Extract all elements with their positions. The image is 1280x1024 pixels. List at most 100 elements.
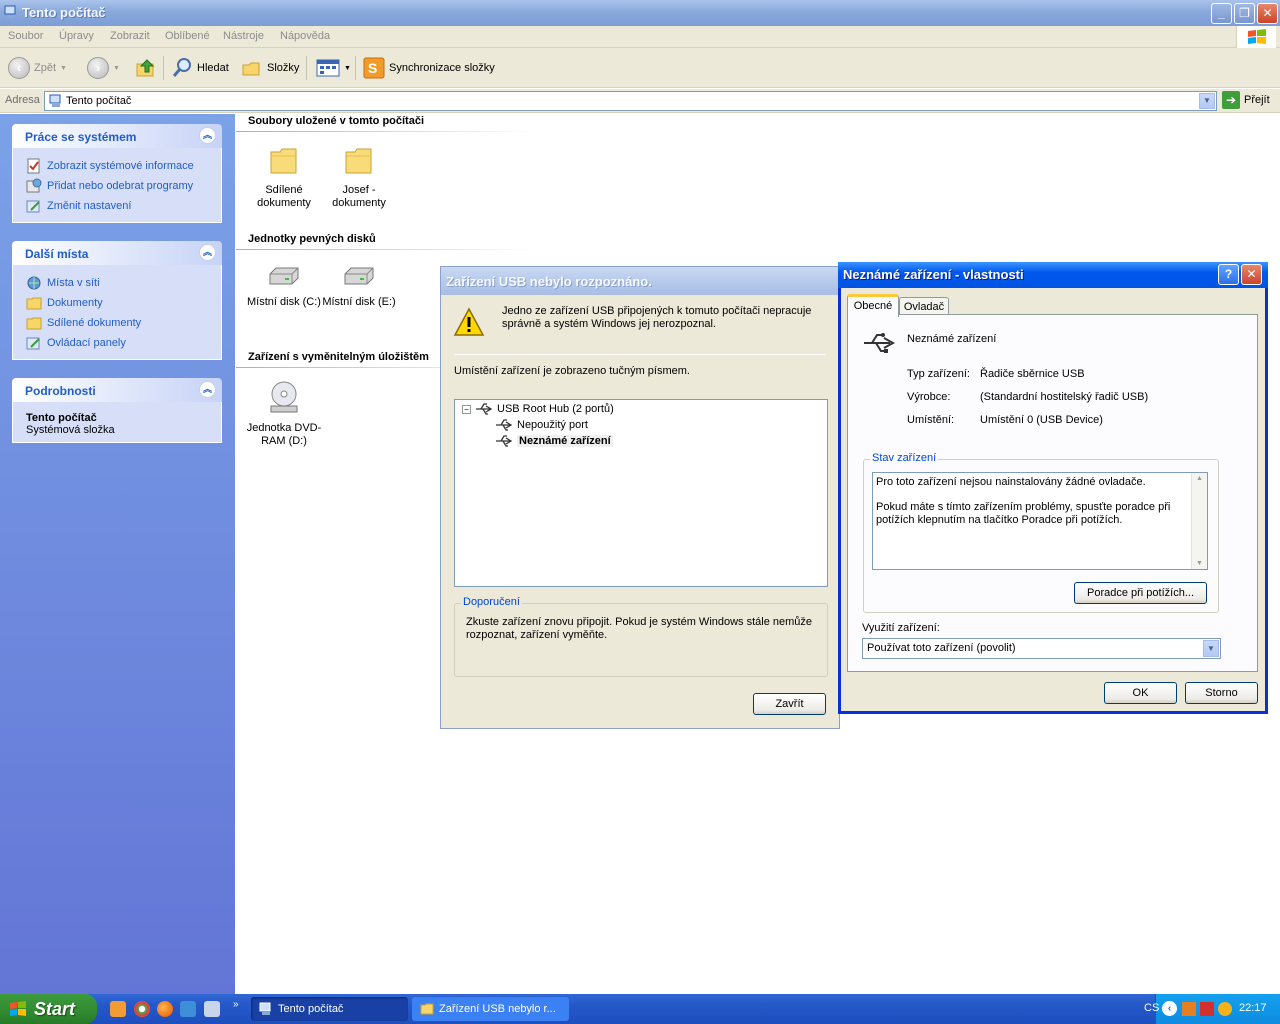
status-scrollbar[interactable]: ▲ ▼ <box>1191 473 1207 569</box>
menu-view[interactable]: Zobrazit <box>110 30 150 42</box>
tree-expander-icon[interactable]: − <box>462 404 471 414</box>
details-header[interactable]: Podrobnosti ︽ <box>12 378 222 402</box>
tree-node-root-hub[interactable]: − USB Root Hub (2 portů) <box>462 401 614 417</box>
quicklaunch-ie-icon[interactable] <box>180 1001 196 1017</box>
close-button[interactable]: ✕ <box>1257 3 1278 24</box>
item-label: Místní disk (E:) <box>322 296 396 308</box>
close-properties-button[interactable]: ✕ <box>1241 264 1262 285</box>
tray-app-icon[interactable] <box>1182 1002 1196 1016</box>
device-usage-select[interactable]: Používat toto zařízení (povolit) ▼ <box>862 638 1221 659</box>
quicklaunch-more-icon[interactable]: » <box>233 999 239 1010</box>
tray-update-icon[interactable] <box>1218 1002 1232 1016</box>
restore-button[interactable]: ❐ <box>1234 3 1255 24</box>
quicklaunch-app-icon[interactable] <box>110 1001 126 1017</box>
toolbar-separator <box>306 56 307 80</box>
add-remove-programs-link[interactable]: Přidat nebo odebrat programy <box>26 176 221 196</box>
task-usb-dialog[interactable]: Zařízení USB nebylo r... <box>412 997 569 1021</box>
dvd-drive-icon <box>270 381 298 413</box>
network-places-link[interactable]: Místa v síti <box>26 273 221 293</box>
tray-adobe-icon[interactable] <box>1200 1002 1214 1016</box>
language-indicator[interactable]: CS <box>1144 1002 1159 1014</box>
quicklaunch-firefox-icon[interactable] <box>157 1001 173 1017</box>
ok-button[interactable]: OK <box>1104 682 1177 704</box>
task-label: Tento počítač <box>278 1003 344 1015</box>
task-my-computer[interactable]: Tento počítač <box>251 997 408 1021</box>
minimize-button[interactable]: _ <box>1211 3 1232 24</box>
local-disk-e-item[interactable]: Místní disk (E:) <box>321 266 397 309</box>
tray-expand-icon[interactable]: ‹ <box>1162 1001 1177 1016</box>
sync-icon: S <box>363 57 385 79</box>
device-tree[interactable]: − USB Root Hub (2 portů) Nepoužitý port … <box>454 399 828 587</box>
quicklaunch-browser-icon[interactable] <box>134 1001 150 1017</box>
forward-button[interactable]: › ▼ <box>87 55 120 81</box>
menu-favorites[interactable]: Oblíbené <box>165 30 210 42</box>
item-label: Jednotka DVD-RAM (D:) <box>246 422 322 447</box>
views-button[interactable]: ▼ <box>316 55 351 81</box>
windows-flag-icon <box>1248 29 1266 44</box>
troubleshoot-button[interactable]: Poradce při potížích... <box>1074 582 1207 604</box>
collapse-chevron-icon[interactable]: ︽ <box>199 381 216 398</box>
sync-folder-button[interactable]: S Synchronizace složky <box>363 55 495 81</box>
chevron-down-icon[interactable]: ▼ <box>1203 640 1219 657</box>
go-arrow-icon: ➔ <box>1222 91 1240 109</box>
tree-node-unused-port[interactable]: Nepoužitý port <box>495 417 588 433</box>
up-button[interactable] <box>135 55 157 81</box>
scroll-down-icon[interactable]: ▼ <box>1196 560 1203 567</box>
usb-icon <box>496 419 513 431</box>
scroll-up-icon[interactable]: ▲ <box>1196 475 1203 482</box>
dvd-drive-item[interactable]: Jednotka DVD-RAM (D:) <box>246 380 322 448</box>
forward-arrow-icon: › <box>87 57 109 79</box>
quicklaunch-doc-icon[interactable] <box>204 1001 220 1017</box>
menu-help[interactable]: Nápověda <box>280 30 330 42</box>
details-body: Tento počítač Systémová složka <box>12 402 222 443</box>
search-button[interactable]: Hledat <box>171 55 229 81</box>
change-setting-link[interactable]: Změnit nastavení <box>26 196 221 216</box>
hard-disk-icon <box>269 267 299 285</box>
other-places-panel: Další místa ︽ Místa v síti Dokumenty Sdí… <box>12 241 222 360</box>
go-label: Přejít <box>1244 94 1270 106</box>
location-note: Umístění zařízení je zobrazeno tučným pí… <box>454 365 690 377</box>
start-label: Start <box>34 999 76 1019</box>
documents-link[interactable]: Dokumenty <box>26 293 221 313</box>
details-panel: Podrobnosti ︽ Tento počítač Systémová sl… <box>12 378 222 443</box>
help-button[interactable]: ? <box>1218 264 1239 285</box>
local-disk-c-item[interactable]: Místní disk (C:) <box>246 266 322 309</box>
go-button[interactable]: ➔ Přejít <box>1222 91 1270 109</box>
separator <box>454 354 826 355</box>
system-tasks-header[interactable]: Práce se systémem ︽ <box>12 124 222 148</box>
address-value: Tento počítač <box>66 95 132 107</box>
back-arrow-icon: ‹ <box>8 57 30 79</box>
tree-node-unknown-device[interactable]: Neznámé zařízení <box>495 433 613 449</box>
tab-general[interactable]: Obecné <box>847 294 899 317</box>
start-button[interactable]: Start <box>0 994 97 1024</box>
tree-label: Nepoužitý port <box>517 419 588 431</box>
collapse-chevron-icon[interactable]: ︽ <box>199 244 216 261</box>
cancel-button[interactable]: Storno <box>1185 682 1258 704</box>
dropdown-arrow-icon: ▼ <box>344 64 351 72</box>
close-dialog-button[interactable]: Zavřít <box>753 693 826 715</box>
menu-edit[interactable]: Úpravy <box>59 30 94 42</box>
device-status-text[interactable]: Pro toto zařízení nejsou nainstalovány ž… <box>872 472 1208 570</box>
view-system-info-link[interactable]: Zobrazit systémové informace <box>26 156 221 176</box>
link-label: Změnit nastavení <box>47 200 132 212</box>
clock[interactable]: 22:17 <box>1239 1002 1267 1014</box>
device-type-value: Řadiče sběrnice USB <box>980 368 1085 380</box>
menu-file[interactable]: Soubor <box>8 30 43 42</box>
collapse-chevron-icon[interactable]: ︽ <box>199 127 216 144</box>
shared-documents-link[interactable]: Sdílené dokumenty <box>26 313 221 333</box>
other-places-header[interactable]: Další místa ︽ <box>12 241 222 265</box>
back-button[interactable]: ‹ Zpět ▼ <box>8 55 67 81</box>
link-label: Ovládací panely <box>47 337 126 349</box>
usb-dialog-message: Jedno ze zařízení USB připojených k tomu… <box>502 305 812 330</box>
josef-documents-item[interactable]: Josef - dokumenty <box>321 146 397 210</box>
usb-device-icon <box>864 333 896 353</box>
computer-icon <box>4 5 16 18</box>
shared-documents-item[interactable]: Sdílené dokumenty <box>246 146 322 210</box>
control-panel-icon <box>26 337 40 350</box>
menu-tools[interactable]: Nástroje <box>223 30 264 42</box>
control-panel-link[interactable]: Ovládací panely <box>26 333 221 353</box>
address-dropdown-button[interactable]: ▼ <box>1199 93 1215 109</box>
usb-dialog-title-bar: Zařízení USB nebylo rozpoznáno. <box>441 267 839 295</box>
folders-button[interactable]: Složky <box>241 55 299 81</box>
address-input[interactable]: Tento počítač ▼ <box>44 91 1217 111</box>
